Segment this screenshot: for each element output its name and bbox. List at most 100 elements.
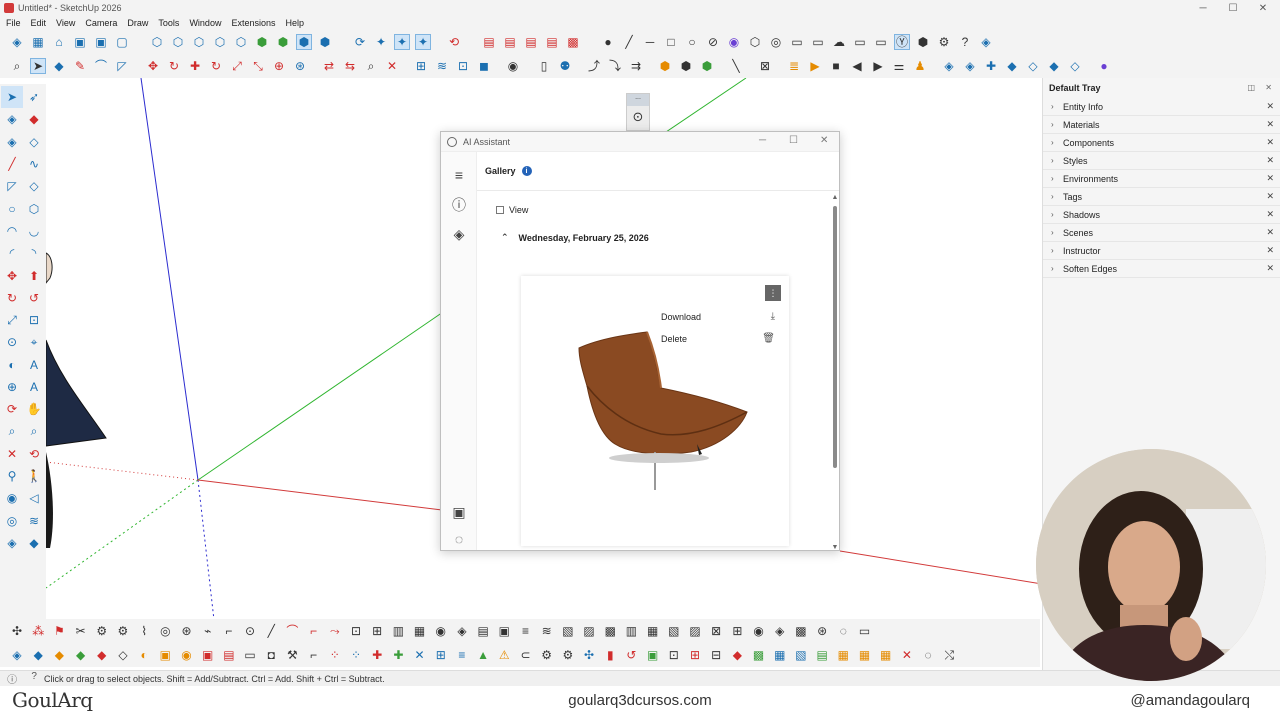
- plugin-icon[interactable]: ≋: [540, 624, 554, 638]
- arc-tool-icon[interactable]: ◠: [1, 220, 23, 242]
- plugin-icon[interactable]: ◉: [434, 624, 448, 638]
- stop-icon[interactable]: ▶: [808, 59, 822, 73]
- plugin-icon[interactable]: ◐: [137, 648, 151, 662]
- sandbox-icon[interactable]: ⤴: [587, 59, 601, 73]
- layout-icon[interactable]: ▤: [482, 35, 496, 49]
- plugin-icon[interactable]: ▦: [836, 648, 850, 662]
- component-icon[interactable]: ◈: [10, 35, 24, 49]
- cube-icon[interactable]: ⬡: [171, 35, 185, 49]
- cube-icon[interactable]: ⬢: [318, 35, 332, 49]
- collapse-caret-icon[interactable]: ⌃: [501, 232, 509, 243]
- eye-off-icon[interactable]: ⊘: [706, 35, 720, 49]
- info-icon[interactable]: i: [521, 166, 532, 176]
- rotate-tool-icon[interactable]: ↻: [1, 287, 23, 309]
- sun-icon[interactable]: ▭: [874, 35, 888, 49]
- plugin-icon[interactable]: ▭: [858, 624, 872, 638]
- search-icon[interactable]: ⌕: [10, 59, 24, 73]
- box-icon[interactable]: ▢: [115, 35, 129, 49]
- plugin-icon[interactable]: ◎: [158, 624, 172, 638]
- dot-icon[interactable]: ●: [601, 35, 615, 49]
- sandbox-tool-icon[interactable]: ◎: [1, 510, 23, 532]
- menu-window[interactable]: Window: [189, 18, 221, 28]
- plugin-icon[interactable]: ⚒: [285, 648, 299, 662]
- layout-icon[interactable]: ▩: [566, 35, 580, 49]
- arrow-icon[interactable]: ◉: [506, 59, 520, 73]
- axes-icon[interactable]: ⊕: [272, 59, 286, 73]
- move-icon[interactable]: ✥: [146, 59, 160, 73]
- download-menu-item[interactable]: Download ⤓: [657, 306, 781, 328]
- freehand-tool-icon[interactable]: ∿: [23, 153, 45, 175]
- zoom-tool-icon[interactable]: ⌕: [1, 420, 23, 442]
- plugin-icon[interactable]: ⊠: [709, 624, 723, 638]
- plugin-icon[interactable]: ▥: [391, 624, 405, 638]
- menu-tools[interactable]: Tools: [158, 18, 179, 28]
- plugin-icon[interactable]: ▮: [603, 648, 617, 662]
- stop-icon[interactable]: ╲: [729, 59, 743, 73]
- section-icon[interactable]: ⊛: [293, 59, 307, 73]
- plugin-icon[interactable]: ▩: [794, 624, 808, 638]
- help-status-icon[interactable]: ?: [31, 671, 37, 686]
- eraser-icon[interactable]: ◆: [52, 59, 66, 73]
- rotated-rect-tool-icon[interactable]: ◇: [23, 175, 45, 197]
- minimize-button[interactable]: ─: [1188, 0, 1218, 16]
- plugin-icon[interactable]: ⚙: [561, 648, 575, 662]
- tag-tool-icon[interactable]: ◇: [23, 131, 45, 153]
- house-icon[interactable]: ⌂: [52, 35, 66, 49]
- text-tool-icon[interactable]: A: [23, 354, 45, 376]
- plugin-icon[interactable]: ▥: [624, 624, 638, 638]
- pencil-icon[interactable]: ⇉: [629, 59, 643, 73]
- close-icon[interactable]: ✕: [1266, 173, 1274, 184]
- photo-icon[interactable]: ▭: [790, 35, 804, 49]
- plugin-icon[interactable]: ⊟: [709, 648, 723, 662]
- orbit-icon[interactable]: ✦: [394, 34, 410, 50]
- plugin-icon[interactable]: ▨: [582, 624, 596, 638]
- menu-draw[interactable]: Draw: [127, 18, 148, 28]
- photo-icon[interactable]: ▭: [811, 35, 825, 49]
- followme-tool-icon[interactable]: ↺: [23, 287, 45, 309]
- warehouse-icon[interactable]: ⟲: [447, 35, 461, 49]
- doc-icon[interactable]: ≋: [435, 59, 449, 73]
- cube-icon[interactable]: ⬢: [296, 34, 312, 50]
- plugin-icon[interactable]: ◈: [773, 624, 787, 638]
- arc2-tool-icon[interactable]: ◡: [23, 220, 45, 242]
- pie-tool-icon[interactable]: ◝: [23, 242, 45, 264]
- tray-item-instructor[interactable]: › Instructor ✕: [1043, 242, 1280, 260]
- close-icon[interactable]: ✕: [1266, 191, 1274, 202]
- tape-tool-icon[interactable]: ⊙: [1, 331, 23, 353]
- plugin-icon[interactable]: ◉: [180, 648, 194, 662]
- arrow-icon[interactable]: ▯: [537, 59, 551, 73]
- user-icon[interactable]: ⊞: [414, 59, 428, 73]
- walk-tool-icon[interactable]: 🚶: [23, 465, 45, 487]
- user-icon[interactable]: ⊡: [456, 59, 470, 73]
- move-tool-icon[interactable]: ✥: [1, 264, 23, 286]
- cube-icon[interactable]: ▶: [871, 59, 885, 73]
- plugin-icon[interactable]: ⚠: [497, 648, 511, 662]
- cube-icon[interactable]: ⬢: [255, 35, 269, 49]
- purple-icon[interactable]: ◉: [727, 35, 741, 49]
- menu-help[interactable]: Help: [285, 18, 304, 28]
- plugin-icon[interactable]: ↺: [624, 648, 638, 662]
- box-icon[interactable]: ▣: [94, 35, 108, 49]
- plugin-icon[interactable]: ◈: [455, 624, 469, 638]
- menu-view[interactable]: View: [56, 18, 75, 28]
- plugin-icon[interactable]: ⊞: [730, 624, 744, 638]
- ai-assistant-titlebar[interactable]: AI Assistant ─ ☐ ✕: [441, 132, 839, 152]
- plugin-icon[interactable]: ▣: [497, 624, 511, 638]
- shapes-icon[interactable]: ▦: [31, 35, 45, 49]
- plugin-icon[interactable]: ✣: [582, 648, 596, 662]
- plugin-icon[interactable]: ▧: [561, 624, 575, 638]
- ai-icon[interactable]: ●: [1097, 59, 1111, 73]
- previous-tool-icon[interactable]: ⟲: [23, 443, 45, 465]
- plugin-icon[interactable]: ✚: [391, 648, 405, 662]
- plugin-icon[interactable]: ✣: [10, 624, 24, 638]
- stop-icon[interactable]: ⊠: [758, 59, 772, 73]
- box-icon[interactable]: ▣: [73, 35, 87, 49]
- rotate-icon[interactable]: ↻: [167, 59, 181, 73]
- plugin-icon[interactable]: ▦: [646, 624, 660, 638]
- plugin-icon[interactable]: ⊛: [815, 624, 829, 638]
- tray-item-materials[interactable]: › Materials ✕: [1043, 116, 1280, 134]
- mini-panel-header[interactable]: ...: [627, 94, 649, 106]
- mini-floating-panel[interactable]: ... ⊙: [626, 93, 650, 131]
- cube-icon[interactable]: Ⓨ: [894, 34, 910, 50]
- close-button[interactable]: ✕: [1248, 0, 1278, 16]
